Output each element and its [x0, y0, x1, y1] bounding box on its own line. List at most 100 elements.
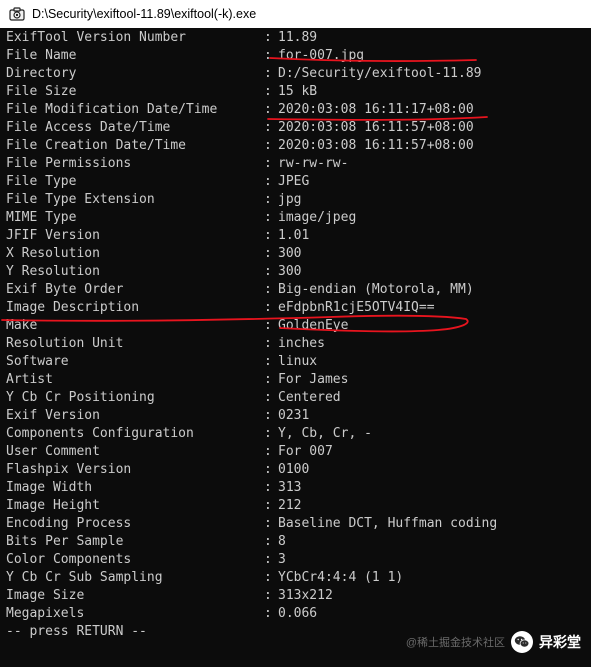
row-value: Y, Cb, Cr, - [278, 426, 372, 441]
row-value: 8 [278, 534, 286, 549]
console-row: File Type: JPEG [6, 173, 497, 191]
row-separator: : [264, 570, 272, 585]
row-separator: : [264, 192, 272, 207]
row-separator: : [264, 390, 272, 405]
row-separator: : [264, 606, 272, 621]
row-value: 2020:03:08 16:11:17+08:00 [278, 102, 474, 117]
row-value: 300 [278, 264, 302, 279]
row-key: JFIF Version [6, 228, 100, 243]
row-key: Color Components [6, 552, 132, 567]
row-separator: : [264, 318, 272, 333]
row-key: Bits Per Sample [6, 534, 124, 549]
row-key: Make [6, 318, 38, 333]
row-value: Baseline DCT, Huffman coding [278, 516, 498, 531]
row-key: Encoding Process [6, 516, 132, 531]
row-separator: : [264, 552, 272, 567]
row-key: File Modification Date/Time [6, 102, 218, 117]
row-value: 0231 [278, 408, 310, 423]
row-separator: : [264, 354, 272, 369]
console-row: Exif Version:0231 [6, 407, 497, 425]
row-separator: : [264, 48, 272, 63]
row-separator: : [264, 336, 272, 351]
console-row: Image Height:212 [6, 497, 497, 515]
row-value: 1.01 [278, 228, 310, 243]
row-value: 3 [278, 552, 286, 567]
row-key: Flashpix Version [6, 462, 132, 477]
row-separator: : [264, 372, 272, 387]
window-title: D:\Security\exiftool-11.89\exiftool(-k).… [32, 7, 257, 21]
row-separator: : [264, 120, 272, 135]
row-value: 2020:03:08 16:11:57+08:00 [278, 120, 474, 135]
row-separator: : [264, 408, 272, 423]
console-row: Flashpix Version:0100 [6, 461, 497, 479]
row-value: inches [278, 336, 325, 351]
row-separator: : [264, 66, 272, 81]
row-value: Centered [278, 390, 341, 405]
console-row: File Creation Date/Time:2020:03:08 16:11… [6, 137, 497, 155]
row-value: YCbCr4:4:4 (1 1) [278, 570, 404, 585]
console-row: User Comment: For 007 [6, 443, 497, 461]
row-key: Y Cb Cr Positioning [6, 390, 155, 405]
row-separator: : [264, 516, 272, 531]
row-key: File Size [6, 84, 77, 99]
row-key: Image Size [6, 588, 85, 603]
row-value: 15 kB [278, 84, 318, 99]
console-row: Y Cb Cr Positioning: Centered [6, 389, 497, 407]
row-value: 11.89 [278, 30, 318, 45]
row-key: Directory [6, 66, 77, 81]
row-separator: : [264, 210, 272, 225]
row-key: Image Description [6, 300, 140, 315]
row-value: image/jpeg [278, 210, 357, 225]
console-row: File Size:15 kB [6, 83, 497, 101]
console-row: MIME Type: image/jpeg [6, 209, 497, 227]
console-row: Exif Byte Order: Big-endian (Motorola, MM… [6, 281, 497, 299]
row-separator: : [264, 426, 272, 441]
row-key: File Type [6, 174, 77, 189]
row-key: Y Cb Cr Sub Sampling [6, 570, 163, 585]
console-row: Components Configuration: Y, Cb, Cr, - [6, 425, 497, 443]
row-separator: : [264, 300, 272, 315]
row-separator: : [264, 246, 272, 261]
console-row: Image Description: eFdpbnR1cjE5OTV4IQ== [6, 299, 497, 317]
window-titlebar[interactable]: D:\Security\exiftool-11.89\exiftool(-k).… [0, 0, 591, 28]
row-value: D:/Security/exiftool-11.89 [278, 66, 482, 81]
row-separator: : [264, 102, 272, 117]
console-row: Bits Per Sample:8 [6, 533, 497, 551]
row-key: X Resolution [6, 246, 100, 261]
watermark: @稀土掘金技术社区 异彩堂 [406, 631, 581, 653]
row-key: File Type Extension [6, 192, 155, 207]
console-row: Y Resolution:300 [6, 263, 497, 281]
row-key: Exif Version [6, 408, 100, 423]
row-separator: : [264, 264, 272, 279]
row-separator: : [264, 462, 272, 477]
row-separator: : [264, 228, 272, 243]
row-separator: : [264, 156, 272, 171]
row-separator: : [264, 588, 272, 603]
row-separator: : [264, 282, 272, 297]
row-value: For James [278, 372, 349, 387]
row-key: File Name [6, 48, 77, 63]
row-key: Artist [6, 372, 53, 387]
console-lines: ExifTool Version Number:11.89 File Name: f… [6, 29, 497, 641]
console-row: X Resolution:300 [6, 245, 497, 263]
console-row: Resolution Unit: inches [6, 335, 497, 353]
console-row: Encoding Process: Baseline DCT, Huffman c… [6, 515, 497, 533]
console-row: Make: GoldenEye [6, 317, 497, 335]
row-separator: : [264, 30, 272, 45]
console-row: Y Cb Cr Sub Sampling: YCbCr4:4:4 (1 1) [6, 569, 497, 587]
watermark-faint-text: @稀土掘金技术社区 [405, 637, 505, 649]
row-value: 2020:03:08 16:11:57+08:00 [278, 138, 474, 153]
row-key: File Access Date/Time [6, 120, 171, 135]
row-separator: : [264, 444, 272, 459]
row-key: Image Height [6, 498, 100, 513]
row-value: eFdpbnR1cjE5OTV4IQ== [278, 300, 435, 315]
row-key: Resolution Unit [6, 336, 124, 351]
row-key: Software [6, 354, 69, 369]
console-row: File Name: for-007.jpg [6, 47, 497, 65]
console-row: Image Size:313x212 [6, 587, 497, 605]
console-output[interactable]: ExifTool Version Number:11.89 File Name: f… [0, 28, 591, 667]
wechat-icon [511, 631, 533, 653]
row-value: jpg [278, 192, 302, 207]
row-separator: : [264, 534, 272, 549]
row-key: Megapixels [6, 606, 85, 621]
